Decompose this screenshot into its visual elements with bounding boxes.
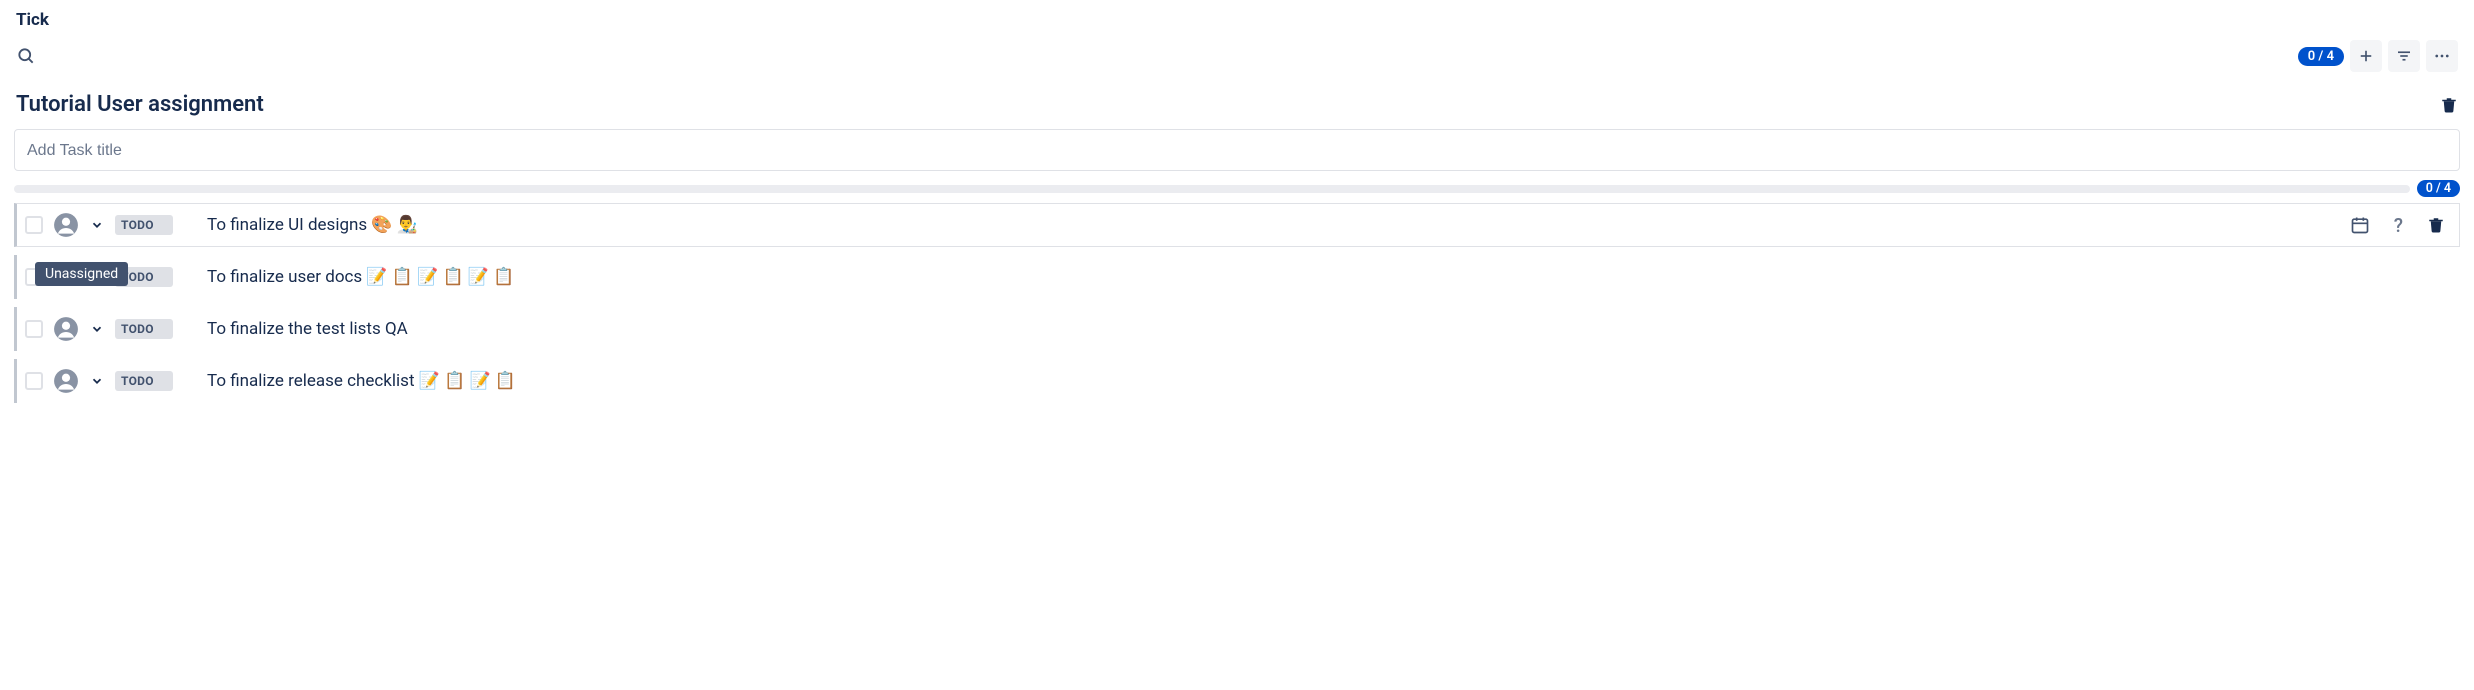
top-bar: 0 / 4	[14, 40, 2460, 72]
task-checkbox[interactable]	[25, 320, 43, 338]
assignee-avatar[interactable]	[53, 368, 79, 394]
help-icon[interactable]: ?	[2394, 214, 2403, 237]
progress-row: 0 / 4	[14, 185, 2460, 193]
expand-chevron-icon[interactable]	[89, 218, 105, 232]
top-actions: 0 / 4	[2298, 40, 2458, 72]
expand-chevron-icon[interactable]	[89, 322, 105, 336]
add-task-input[interactable]	[27, 142, 2447, 160]
add-task-container[interactable]	[14, 129, 2460, 171]
task-row[interactable]: TODO To finalize release checklist 📝 📋 📝…	[14, 359, 2460, 403]
task-title[interactable]: To finalize user docs 📝 📋 📝 📋 📝 📋	[207, 267, 2452, 287]
add-button[interactable]	[2350, 40, 2382, 72]
task-title[interactable]: To finalize release checklist 📝 📋 📝 📋	[207, 371, 2452, 391]
app-title: Tick	[14, 10, 2460, 30]
section-header: Tutorial User assignment	[14, 92, 2460, 117]
delete-task-button[interactable]	[2427, 216, 2445, 234]
status-pill[interactable]: TODO	[115, 215, 173, 235]
delete-section-button[interactable]	[2440, 96, 2458, 114]
status-pill[interactable]: TODO	[115, 319, 173, 339]
progress-bar	[14, 185, 2410, 193]
assignee-avatar[interactable]	[53, 212, 79, 238]
task-checkbox[interactable]	[25, 216, 43, 234]
expand-chevron-icon[interactable]	[89, 374, 105, 388]
row-actions: ?	[2350, 214, 2451, 237]
search-icon[interactable]	[16, 46, 36, 66]
assignee-tooltip: Unassigned	[35, 262, 128, 286]
section-title: Tutorial User assignment	[16, 92, 264, 117]
task-title[interactable]: To finalize the test lists QA	[207, 319, 2452, 339]
status-pill[interactable]: TODO	[115, 371, 173, 391]
count-badge: 0 / 4	[2298, 47, 2344, 66]
calendar-icon[interactable]	[2350, 215, 2370, 235]
task-title[interactable]: To finalize UI designs 🎨 👨‍🎨	[207, 215, 2340, 235]
filter-button[interactable]	[2388, 40, 2420, 72]
more-button[interactable]	[2426, 40, 2458, 72]
progress-badge: 0 / 4	[2417, 180, 2460, 197]
task-row[interactable]: TODO To finalize the test lists QA	[14, 307, 2460, 351]
task-checkbox[interactable]	[25, 372, 43, 390]
task-row[interactable]: Unassigned TODO To finalize user docs 📝 …	[14, 255, 2460, 299]
assignee-avatar[interactable]	[53, 316, 79, 342]
task-row[interactable]: TODO To finalize UI designs 🎨 👨‍🎨 ?	[14, 203, 2460, 247]
